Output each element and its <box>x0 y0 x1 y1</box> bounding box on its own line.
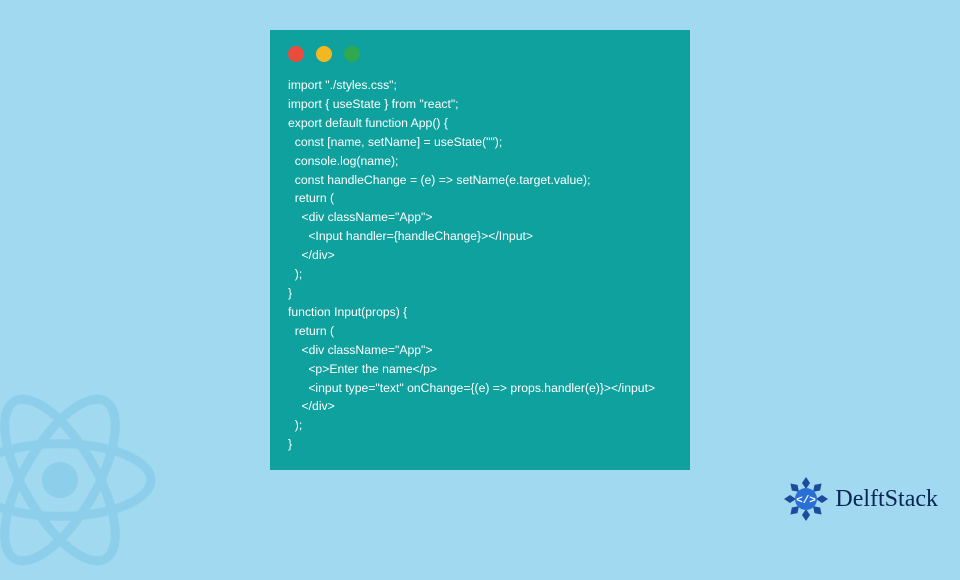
brand-logo: </> DelftStack <box>781 474 938 524</box>
brand-name: DelftStack <box>835 486 938 513</box>
maximize-dot-icon <box>344 46 360 62</box>
close-dot-icon <box>288 46 304 62</box>
react-bg-icon <box>0 380 160 580</box>
code-window: import "./styles.css"; import { useState… <box>270 30 690 470</box>
svg-text:</>: </> <box>796 495 816 507</box>
traffic-lights <box>288 46 672 62</box>
minimize-dot-icon <box>316 46 332 62</box>
code-block: import "./styles.css"; import { useState… <box>288 76 672 454</box>
brand-emblem-icon: </> <box>781 474 831 524</box>
